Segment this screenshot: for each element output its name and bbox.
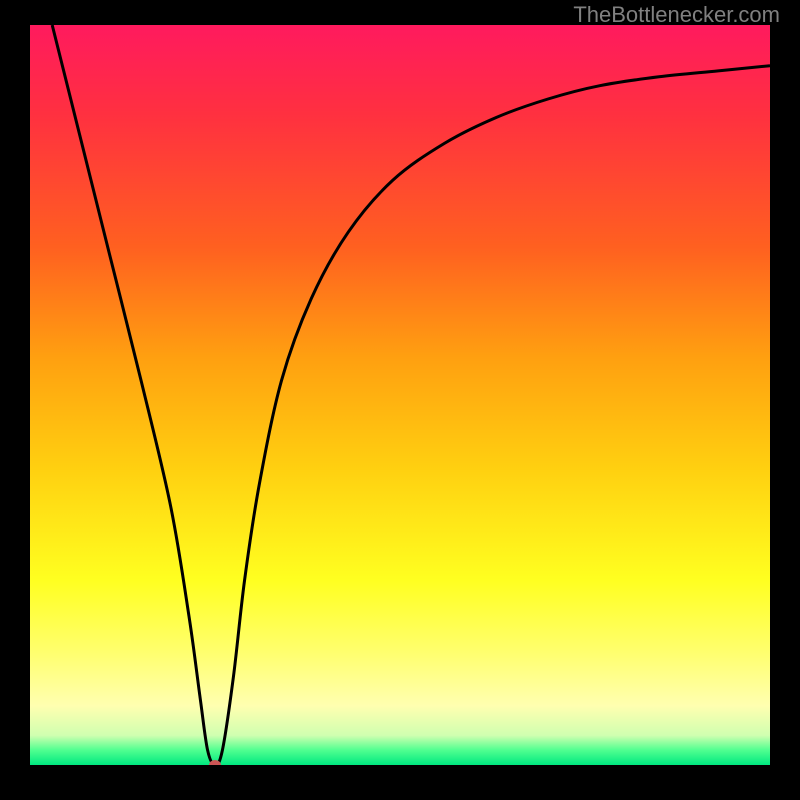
chart-container: TheBottlenecker.com — [0, 0, 800, 800]
gradient-background — [30, 25, 770, 765]
watermark-text: TheBottlenecker.com — [573, 2, 780, 28]
plot-area — [30, 25, 770, 765]
chart-svg — [30, 25, 770, 765]
